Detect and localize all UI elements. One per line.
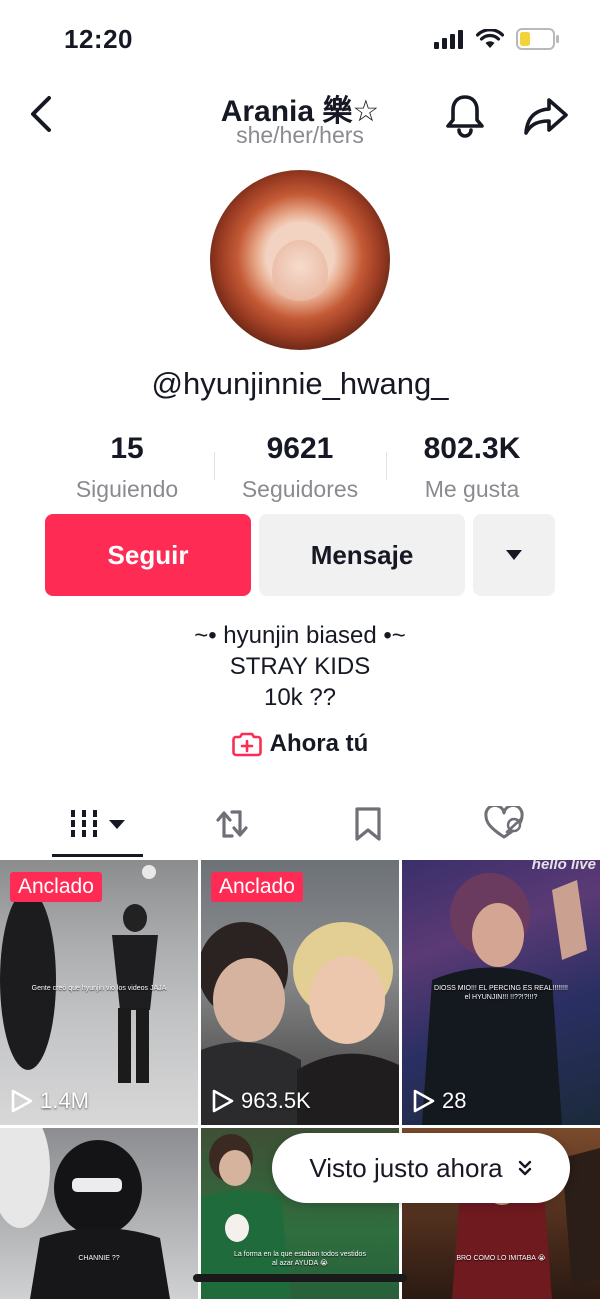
profile-bio: ~• hyunjin biased •~ STRAY KIDS 10k ?? bbox=[0, 620, 600, 713]
videos-grid-icon bbox=[70, 810, 125, 837]
notifications-button[interactable] bbox=[442, 92, 488, 138]
tab-saved[interactable] bbox=[328, 796, 408, 852]
stat-following-label: Siguiendo bbox=[75, 476, 179, 502]
video-caption: La forma en la que estaban todos vestido… bbox=[234, 1251, 366, 1267]
status-icons bbox=[434, 28, 560, 50]
video-thumbnail[interactable]: hello live DIOSS MIO!!! EL PERCING ES RE… bbox=[402, 860, 600, 1125]
video-thumbnail[interactable]: CHANNIE ?? bbox=[0, 1128, 198, 1299]
profile-avatar[interactable] bbox=[210, 170, 390, 350]
stat-followers[interactable]: 9621 Seguidores bbox=[228, 432, 372, 503]
play-icon bbox=[212, 1089, 234, 1113]
share-arrow-icon bbox=[524, 98, 568, 135]
play-icon bbox=[413, 1089, 435, 1113]
bookmark-icon bbox=[355, 807, 381, 841]
follow-button[interactable]: Seguir bbox=[45, 514, 251, 596]
status-time: 12:20 bbox=[64, 24, 133, 54]
profile-username: @hyunjinnie_hwang_ bbox=[151, 366, 449, 401]
stat-likes: 802.3K Me gusta bbox=[402, 432, 542, 503]
video-caption: CHANNIE ?? bbox=[78, 1255, 120, 1262]
view-count: 28 bbox=[412, 1088, 466, 1114]
bio-line: ~• hyunjin biased •~ bbox=[194, 622, 406, 649]
double-chevron-down-icon bbox=[518, 1160, 531, 1176]
live-watermark: hello live bbox=[531, 860, 596, 873]
play-icon bbox=[11, 1089, 33, 1113]
bio-line: STRAY KIDS bbox=[229, 653, 371, 680]
stat-following[interactable]: 15 Siguiendo bbox=[62, 432, 192, 503]
view-count: 963.5K bbox=[211, 1088, 311, 1114]
video-thumbnail[interactable]: Anclado 963.5K bbox=[201, 860, 399, 1125]
active-tab-indicator bbox=[52, 854, 143, 857]
seen-just-now-label: Visto justo ahora bbox=[309, 1152, 503, 1183]
tab-reposts[interactable] bbox=[192, 796, 272, 852]
stat-likes-label: Me gusta bbox=[424, 476, 520, 502]
seen-just-now-button[interactable]: Visto justo ahora bbox=[272, 1133, 570, 1203]
stat-followers-label: Seguidores bbox=[241, 476, 359, 502]
repost-icon bbox=[216, 810, 248, 838]
message-button[interactable]: Mensaje bbox=[259, 514, 465, 596]
suggested-accounts-button[interactable] bbox=[473, 514, 555, 596]
bell-icon bbox=[446, 95, 484, 138]
stat-divider bbox=[214, 452, 215, 480]
view-count-value: 1.4M bbox=[40, 1088, 89, 1113]
pinned-badge: Anclado bbox=[211, 872, 303, 902]
video-caption: DIOSS MIO!!! EL PERCING ES REAL!!!!!!!! … bbox=[434, 985, 568, 1001]
caret-down-icon bbox=[506, 550, 522, 560]
share-button[interactable] bbox=[522, 94, 570, 138]
stat-following-value: 15 bbox=[110, 432, 144, 465]
view-count-value: 28 bbox=[442, 1088, 467, 1113]
profile-tabs bbox=[0, 796, 600, 858]
pinned-badge: Anclado bbox=[10, 872, 102, 902]
video-caption: Gente creó que hyunjin vio los videos JA… bbox=[31, 985, 167, 992]
video-caption: BRO COMO LO IMITABA 😭 bbox=[456, 1255, 546, 1262]
tab-videos[interactable] bbox=[52, 796, 143, 852]
view-count: 1.4M bbox=[10, 1088, 89, 1114]
profile-pronouns: she/her/hers bbox=[236, 122, 364, 148]
view-count-value: 963.5K bbox=[241, 1088, 311, 1113]
now-link-label: Ahora tú bbox=[269, 730, 369, 757]
liked-hidden-icon bbox=[484, 806, 524, 839]
status-bar: 12:20 bbox=[0, 0, 600, 80]
tab-liked[interactable] bbox=[464, 796, 544, 852]
stat-likes-value: 802.3K bbox=[423, 432, 521, 465]
home-indicator[interactable] bbox=[193, 1274, 407, 1282]
bio-line: 10k ?? bbox=[263, 684, 337, 711]
video-thumbnail-image bbox=[0, 1128, 170, 1299]
cellular-signal-icon bbox=[434, 30, 463, 49]
stat-divider bbox=[386, 452, 387, 480]
video-grid: Anclado Gente creó que hyunjin vio los v… bbox=[0, 860, 600, 1299]
camera-add-icon bbox=[231, 732, 262, 757]
now-link[interactable]: Ahora tú bbox=[0, 730, 600, 758]
wifi-icon bbox=[476, 29, 504, 48]
video-thumbnail[interactable]: Anclado Gente creó que hyunjin vio los v… bbox=[0, 860, 198, 1125]
stat-followers-value: 9621 bbox=[266, 432, 334, 465]
battery-icon bbox=[516, 28, 559, 50]
